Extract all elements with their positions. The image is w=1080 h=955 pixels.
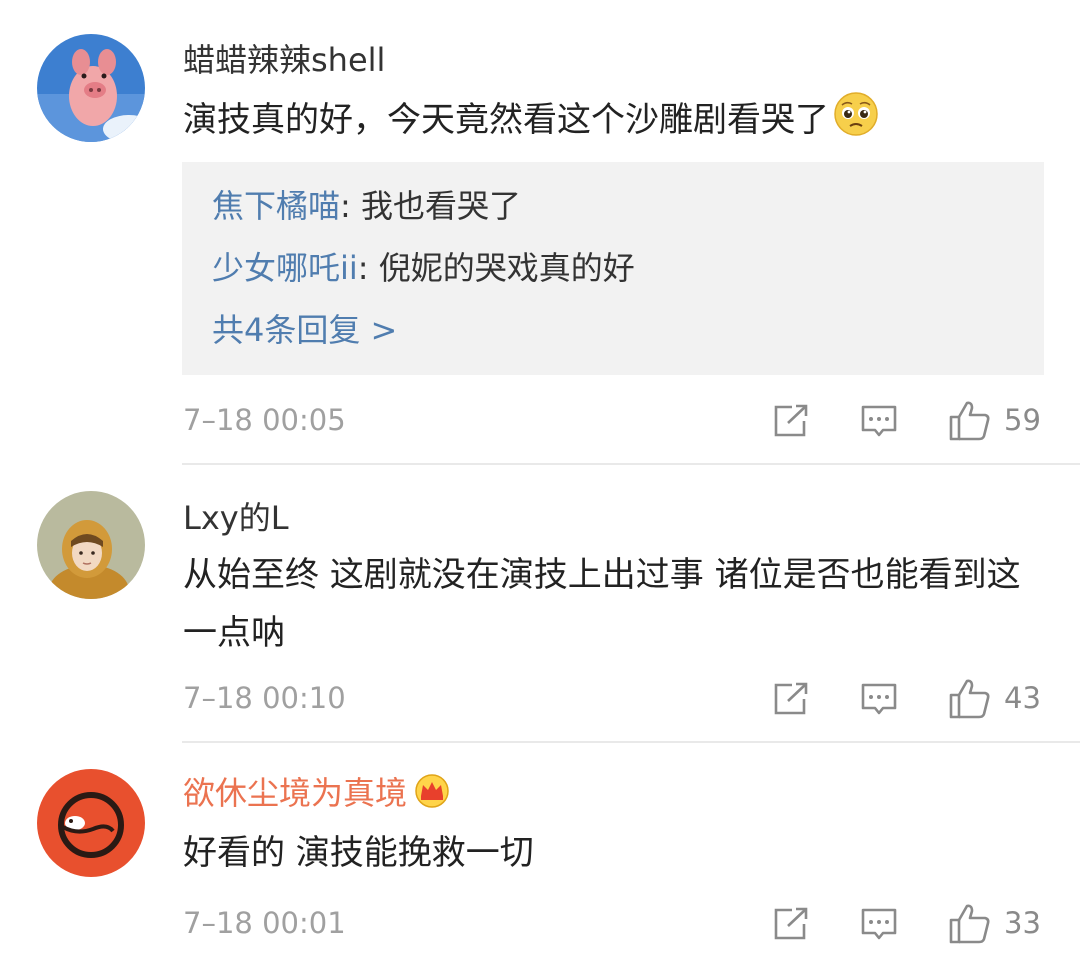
share-icon[interactable]	[772, 906, 810, 942]
avatar[interactable]	[37, 491, 145, 599]
thumbs-up-icon[interactable]	[948, 676, 992, 720]
username[interactable]: Lxy的L	[183, 498, 289, 538]
comment-timestamp: 7–18 00:05	[183, 403, 346, 437]
comment-text: 从始至终 这剧就没在演技上出过事 诸位是否也能看到这一点呐	[183, 555, 1021, 653]
reply-item[interactable]: 焦下橘喵: 我也看哭了	[212, 186, 521, 226]
comment-timestamp: 7–18 00:10	[183, 681, 346, 715]
reply-preview-box[interactable]: 焦下橘喵: 我也看哭了 少女哪吒ii: 倪妮的哭戏真的好 共4条回复 >	[182, 162, 1044, 375]
reply-username[interactable]: 少女哪吒ii	[212, 249, 358, 287]
comment-text: 演技真的好，今天竟然看这个沙雕剧看哭了	[183, 91, 1053, 155]
share-icon[interactable]	[772, 681, 810, 717]
share-icon[interactable]	[772, 403, 810, 439]
comment-icon[interactable]	[860, 681, 898, 717]
thumbs-up-icon[interactable]	[948, 398, 992, 442]
more-replies-link[interactable]: 共4条回复 >	[212, 310, 397, 350]
comment-timestamp: 7–18 00:01	[183, 906, 346, 940]
like-count: 43	[1004, 681, 1041, 715]
avatar-girl-image	[37, 491, 145, 599]
username[interactable]: 蜡蜡辣辣shell	[183, 40, 385, 80]
crown-icon	[413, 774, 451, 817]
comment-icon[interactable]	[860, 906, 898, 942]
reply-text: 我也看哭了	[360, 187, 521, 225]
comment-text: 好看的 演技能挽救一切	[183, 833, 534, 873]
reply-username[interactable]: 焦下橘喵	[212, 187, 340, 225]
avatar-logo-image	[37, 769, 145, 877]
reply-text: 倪妮的哭戏真的好	[378, 249, 635, 287]
avatar[interactable]	[37, 34, 145, 142]
pleading-face-emoji	[833, 91, 879, 155]
avatar-pig-image	[37, 34, 145, 142]
like-count: 33	[1004, 906, 1041, 940]
thumbs-up-icon[interactable]	[948, 901, 992, 945]
comment-item: 蜡蜡辣辣shell 演技真的好，今天竟然看这个沙雕剧看哭了 焦下橘喵: 我也看哭…	[0, 0, 1080, 465]
avatar[interactable]	[37, 769, 145, 877]
comment-item: Lxy的L 从始至终 这剧就没在演技上出过事 诸位是否也能看到这一点呐 7–18…	[0, 465, 1080, 743]
reply-item[interactable]: 少女哪吒ii: 倪妮的哭戏真的好	[212, 248, 635, 288]
like-count: 59	[1004, 403, 1041, 437]
comment-feed: 蜡蜡辣辣shell 演技真的好，今天竟然看这个沙雕剧看哭了 焦下橘喵: 我也看哭…	[0, 0, 1080, 955]
comment-item: 欲休尘境为真境 好看的 演技能挽救一切 7–18 00:01 33	[0, 743, 1080, 955]
username[interactable]: 欲休尘境为真境	[183, 773, 451, 817]
comment-icon[interactable]	[860, 403, 898, 439]
